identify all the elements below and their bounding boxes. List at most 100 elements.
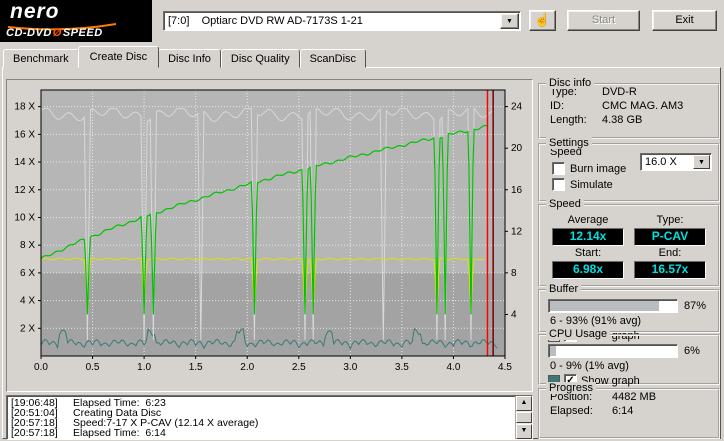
- svg-text:4: 4: [511, 309, 517, 320]
- svg-text:24: 24: [511, 102, 523, 113]
- scroll-down-button[interactable]: ▼: [516, 424, 532, 439]
- elapsed-label: Elapsed:: [550, 405, 593, 417]
- end-label: End:: [658, 247, 682, 259]
- log-time: [20:57:18]: [11, 427, 58, 439]
- svg-text:1.0: 1.0: [137, 362, 151, 373]
- svg-text:3.5: 3.5: [395, 362, 409, 373]
- svg-text:12: 12: [511, 226, 523, 237]
- drive-select-dropdown-button[interactable]: ▼: [500, 13, 519, 29]
- nero-product-text: CD-DVDØSPEED: [6, 27, 103, 39]
- disc-type-value: DVD-R: [602, 86, 637, 98]
- tab-benchmark[interactable]: Benchmark: [3, 49, 79, 68]
- buffer-percent: 87%: [684, 300, 707, 312]
- average-speed-display: 12.14x: [552, 228, 624, 246]
- hand-tool-button[interactable]: ☝: [529, 10, 556, 31]
- disc-length-value: 4.38 GB: [602, 114, 643, 126]
- buffer-group: Buffer 87% 6 - 93% (91% avg) ✓ Show grap…: [538, 283, 720, 342]
- type-label: Type:: [656, 214, 684, 226]
- event-log[interactable]: [19:06:48] Elapsed Time: 6:23 [20:51:04] C…: [6, 395, 533, 440]
- speed-disc-icon: Ø: [52, 27, 62, 39]
- svg-text:0.5: 0.5: [86, 362, 100, 373]
- write-speed-graph-panel: 2 X 4 X 6 X 8 X 10 X 12 X 14 X 16 X 18 X 4 8 12 16 20…: [6, 79, 533, 392]
- cpu-range: 0 - 9% (1% avg): [550, 360, 629, 372]
- hand-icon: ☝: [534, 12, 551, 27]
- disc-info-group: Disc info Type: DVD-R ID: CMC MAG. AM3 Len…: [538, 77, 720, 139]
- settings-group: Settings Speed 16.0 X ▼ Burn image Simul…: [538, 137, 720, 202]
- chevron-down-icon: ▼: [506, 18, 513, 25]
- svg-text:4 X: 4 X: [20, 296, 35, 307]
- log-entry: [20:57:18] Elapsed Time: 6:14: [11, 427, 515, 439]
- svg-text:4.5: 4.5: [498, 362, 512, 373]
- start-speed-display: 6.98x: [552, 261, 624, 279]
- event-log-lines: [19:06:48] Elapsed Time: 6:23 [20:51:04] C…: [7, 396, 515, 439]
- svg-text:2 X: 2 X: [20, 323, 35, 334]
- svg-text:12 X: 12 X: [14, 185, 35, 196]
- tab-bar: Benchmark Create Disc Disc Info Disc Qua…: [3, 46, 367, 68]
- end-speed-display: 16.57x: [634, 261, 706, 279]
- burn-image-checkbox[interactable]: [552, 162, 565, 175]
- group-title: Disc info: [546, 77, 595, 89]
- group-title: Buffer: [546, 283, 582, 295]
- svg-text:10 X: 10 X: [14, 212, 35, 223]
- nero-cd-dvd-speed-window: { "app": { "logo": { "brand": "nero", "p…: [0, 0, 724, 441]
- position-value: 4482 MB: [612, 391, 657, 403]
- write-type-display: P-CAV: [634, 228, 706, 246]
- group-title: Settings: [546, 137, 592, 149]
- log-text: Elapsed Time: 6:14: [73, 427, 166, 439]
- svg-text:14 X: 14 X: [14, 157, 35, 168]
- progress-group: Progress Position: 4482 MB Elapsed: 6:14: [538, 382, 720, 439]
- drive-select-value: [7:0] Optiarc DVD RW AD-7173S 1-21: [168, 15, 363, 27]
- group-title: Progress: [546, 382, 597, 394]
- svg-text:2.0: 2.0: [240, 362, 254, 373]
- speed-group: Speed Average Type: 12.14x P-CAV Start: …: [538, 198, 720, 287]
- group-title: CPU Usage: [546, 328, 611, 340]
- log-scrollbar[interactable]: ▲ ▼: [515, 396, 532, 439]
- cpu-bar-fill: [550, 346, 556, 356]
- cpu-bar: [548, 344, 678, 358]
- nero-logo: nero CD-DVDØSPEED: [0, 0, 152, 42]
- start-button[interactable]: Start: [567, 10, 640, 31]
- speed-chart: 2 X 4 X 6 X 8 X 10 X 12 X 14 X 16 X 18 X 4 8 12 16 20…: [14, 89, 523, 373]
- drive-select[interactable]: [7:0] Optiarc DVD RW AD-7173S 1-21 ▼: [163, 11, 521, 31]
- simulate-checkbox[interactable]: [552, 178, 565, 191]
- average-label: Average: [567, 214, 609, 226]
- svg-text:18 X: 18 X: [14, 102, 35, 113]
- svg-text:8: 8: [511, 268, 517, 279]
- start-button-label: Start: [591, 14, 616, 26]
- product-right: SPEED: [62, 27, 103, 39]
- svg-text:16: 16: [511, 185, 523, 196]
- start-label: Start:: [574, 247, 602, 259]
- exit-button[interactable]: Exit: [652, 10, 717, 31]
- svg-text:2.5: 2.5: [292, 362, 306, 373]
- disc-id-label: ID:: [550, 100, 565, 112]
- disc-id-value: CMC MAG. AM3: [602, 100, 684, 112]
- create-disc-page: 2 X 4 X 6 X 8 X 10 X 12 X 14 X 16 X 18 X 4 8 12 16 20…: [2, 67, 721, 440]
- burn-image-label: Burn image: [570, 162, 627, 175]
- buffer-range: 6 - 93% (91% avg): [550, 315, 642, 327]
- simulate-label: Simulate: [570, 178, 613, 191]
- disc-length-label: Length:: [550, 114, 587, 126]
- tab-scandisc[interactable]: ScanDisc: [299, 49, 367, 68]
- svg-text:0.0: 0.0: [34, 362, 48, 373]
- cpu-percent: 6%: [684, 345, 700, 357]
- tab-disc-quality[interactable]: Disc Quality: [220, 49, 300, 68]
- scroll-up-button[interactable]: ▲: [516, 396, 532, 411]
- buffer-bar: [548, 299, 678, 313]
- speed-select[interactable]: 16.0 X ▼: [640, 153, 712, 171]
- svg-text:8 X: 8 X: [20, 240, 35, 251]
- chevron-down-icon[interactable]: ▼: [693, 155, 710, 169]
- scrollbar-track[interactable]: [516, 411, 532, 424]
- toolbar: nero CD-DVDØSPEED [7:0] Optiarc DVD RW A…: [0, 0, 724, 42]
- tab-create-disc[interactable]: Create Disc: [77, 46, 160, 68]
- nero-brand-text: nero: [10, 0, 60, 23]
- svg-text:16 X: 16 X: [14, 129, 35, 140]
- svg-text:20: 20: [511, 143, 523, 154]
- scrollbar-thumb[interactable]: [516, 412, 532, 423]
- svg-text:4.0: 4.0: [446, 362, 460, 373]
- product-left: CD-DVD: [6, 27, 52, 39]
- speed-select-value: 16.0 X: [645, 156, 677, 168]
- svg-text:6 X: 6 X: [20, 268, 35, 279]
- elapsed-value: 6:14: [612, 405, 634, 417]
- svg-text:1.5: 1.5: [189, 362, 203, 373]
- tab-disc-info[interactable]: Disc Info: [158, 49, 221, 68]
